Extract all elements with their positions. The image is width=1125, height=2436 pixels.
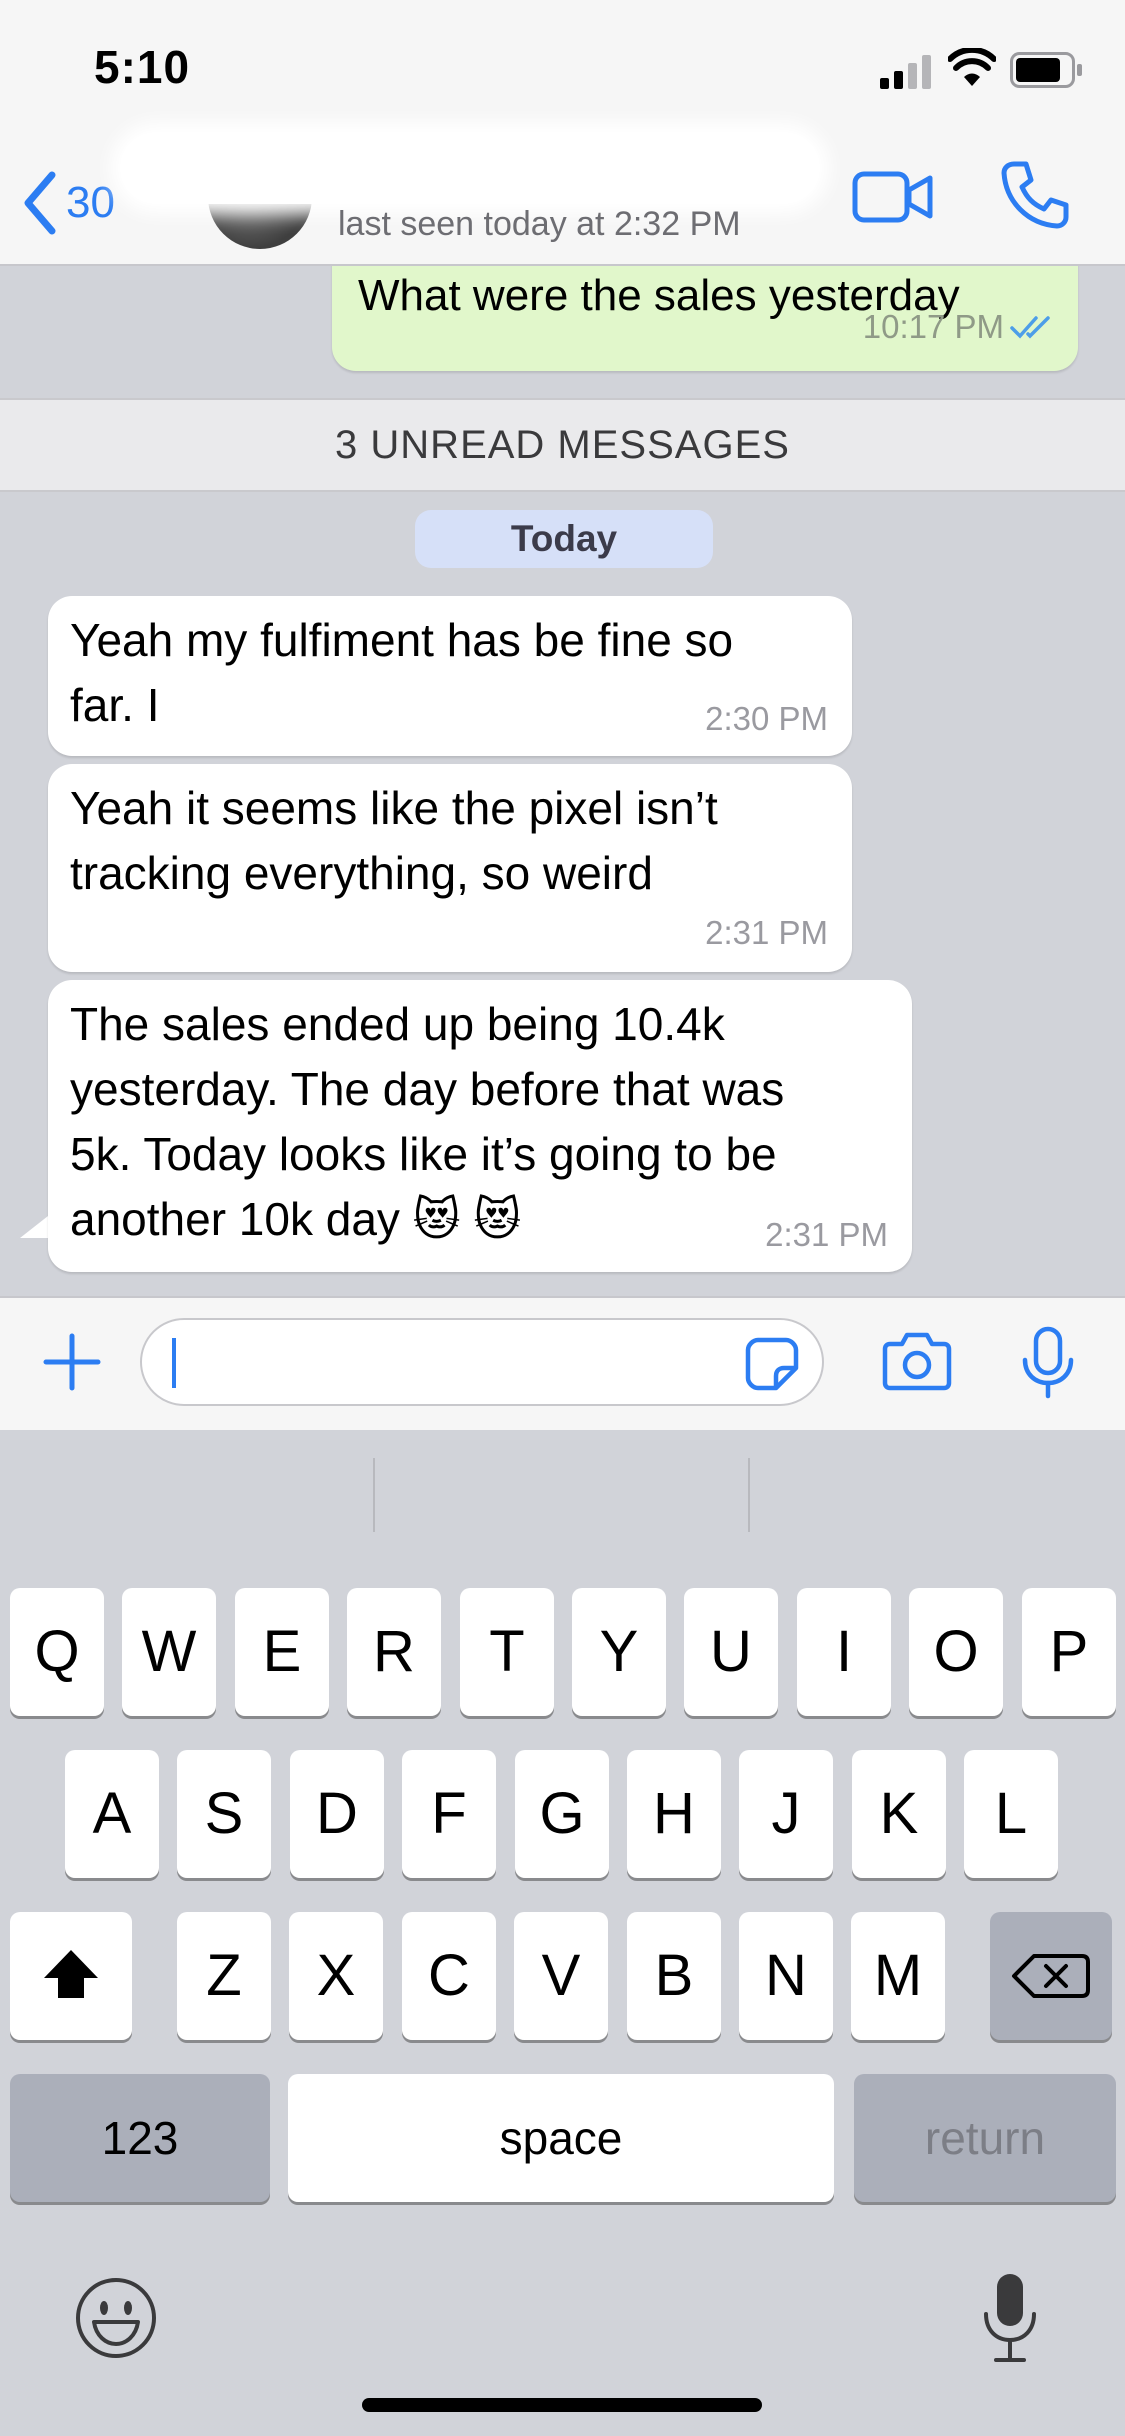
key-b[interactable]: B bbox=[627, 1912, 721, 2040]
dictation-key[interactable] bbox=[980, 2272, 1040, 2364]
message-text: The sales ended up being 10.4k yesterday… bbox=[70, 998, 785, 1245]
message-text: Yeah it seems like the pixel isn’t track… bbox=[70, 782, 718, 899]
redaction-mark bbox=[120, 132, 820, 204]
incoming-message[interactable]: Yeah my fulfiment has be fine so far. I … bbox=[48, 596, 852, 756]
cellular-signal-icon bbox=[878, 54, 934, 95]
return-key[interactable]: return bbox=[854, 2074, 1116, 2202]
voice-call-button[interactable] bbox=[1000, 160, 1070, 230]
chevron-left-icon bbox=[24, 171, 56, 235]
video-camera-icon bbox=[852, 171, 933, 223]
numbers-key[interactable]: 123 bbox=[10, 2074, 270, 2202]
key-t[interactable]: T bbox=[460, 1588, 554, 1716]
key-f[interactable]: F bbox=[402, 1750, 496, 1878]
back-button[interactable]: 30 bbox=[22, 168, 115, 238]
camera-button[interactable] bbox=[882, 1330, 952, 1392]
key-q[interactable]: Q bbox=[10, 1588, 104, 1716]
phone-icon bbox=[1001, 161, 1069, 229]
redaction-mark bbox=[178, 696, 638, 738]
message-input[interactable] bbox=[140, 1318, 824, 1406]
key-p[interactable]: P bbox=[1022, 1588, 1116, 1716]
key-k[interactable]: K bbox=[852, 1750, 946, 1878]
key-o[interactable]: O bbox=[909, 1588, 1003, 1716]
voice-message-button[interactable] bbox=[1018, 1326, 1078, 1400]
key-w[interactable]: W bbox=[122, 1588, 216, 1716]
backspace-icon bbox=[1012, 1954, 1090, 1998]
key-d[interactable]: D bbox=[290, 1750, 384, 1878]
key-r[interactable]: R bbox=[347, 1588, 441, 1716]
message-time: 10:17 PM bbox=[862, 308, 1004, 345]
incoming-message[interactable]: Yeah it seems like the pixel isn’t track… bbox=[48, 764, 852, 972]
incoming-message[interactable]: The sales ended up being 10.4k yesterday… bbox=[48, 980, 912, 1272]
key-j[interactable]: J bbox=[739, 1750, 833, 1878]
home-indicator[interactable] bbox=[362, 2398, 762, 2412]
suggestion-divider bbox=[748, 1458, 750, 1532]
plus-icon bbox=[43, 1333, 101, 1391]
key-i[interactable]: I bbox=[797, 1588, 891, 1716]
key-g[interactable]: G bbox=[515, 1750, 609, 1878]
battery-icon bbox=[1010, 52, 1084, 93]
key-u[interactable]: U bbox=[684, 1588, 778, 1716]
key-z[interactable]: Z bbox=[177, 1912, 271, 2040]
unread-count: 30 bbox=[66, 178, 115, 227]
key-a[interactable]: A bbox=[65, 1750, 159, 1878]
chat-thread[interactable]: What were the sales yesterday 10:17 PM 3… bbox=[0, 266, 1125, 1296]
delete-key[interactable] bbox=[990, 1912, 1112, 2040]
last-seen-status: last seen today at 2:32 PM bbox=[338, 205, 741, 243]
message-time: 2:30 PM bbox=[705, 700, 828, 737]
video-call-button[interactable] bbox=[852, 168, 934, 226]
microphone-icon bbox=[1022, 1326, 1074, 1399]
space-key[interactable]: space bbox=[288, 2074, 834, 2202]
sticker-icon bbox=[745, 1337, 799, 1391]
outgoing-message[interactable]: What were the sales yesterday 10:17 PM bbox=[332, 266, 1078, 371]
key-n[interactable]: N bbox=[739, 1912, 833, 2040]
shift-arrow-icon bbox=[44, 1950, 98, 1998]
date-separator: Today bbox=[415, 510, 713, 568]
emoji-key[interactable] bbox=[74, 2276, 158, 2360]
camera-icon bbox=[882, 1332, 952, 1391]
key-e[interactable]: E bbox=[235, 1588, 329, 1716]
message-time: 2:31 PM bbox=[765, 1216, 888, 1253]
emoji-face-icon bbox=[76, 2278, 156, 2358]
key-x[interactable]: X bbox=[289, 1912, 383, 2040]
read-receipt-icon bbox=[1010, 316, 1050, 339]
key-m[interactable]: M bbox=[851, 1912, 945, 2040]
shift-key[interactable] bbox=[10, 1912, 132, 2040]
key-c[interactable]: C bbox=[402, 1912, 496, 2040]
key-h[interactable]: H bbox=[627, 1750, 721, 1878]
key-l[interactable]: L bbox=[964, 1750, 1058, 1878]
attach-button[interactable] bbox=[38, 1328, 106, 1396]
suggestion-divider bbox=[373, 1458, 375, 1532]
key-s[interactable]: S bbox=[177, 1750, 271, 1878]
sticker-button[interactable] bbox=[744, 1336, 800, 1392]
unread-messages-banner: 3 UNREAD MESSAGES bbox=[0, 398, 1125, 492]
bubble-tail bbox=[20, 1216, 48, 1238]
text-cursor bbox=[172, 1338, 176, 1388]
key-y[interactable]: Y bbox=[572, 1588, 666, 1716]
key-v[interactable]: V bbox=[514, 1912, 608, 2040]
message-time: 2:31 PM bbox=[705, 914, 828, 951]
status-time: 5:10 bbox=[94, 41, 191, 93]
microphone-icon bbox=[984, 2274, 1036, 2362]
wifi-icon bbox=[947, 46, 997, 93]
